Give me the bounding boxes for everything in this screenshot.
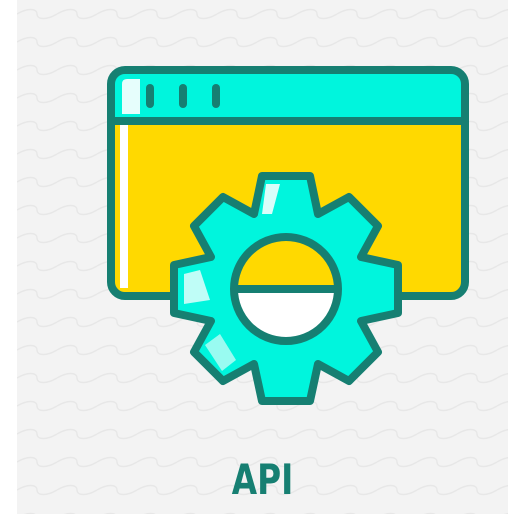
api-gear-window-icon	[107, 66, 469, 405]
api-label: API	[231, 455, 294, 504]
gear-icon	[170, 172, 402, 405]
page: API	[0, 0, 525, 514]
